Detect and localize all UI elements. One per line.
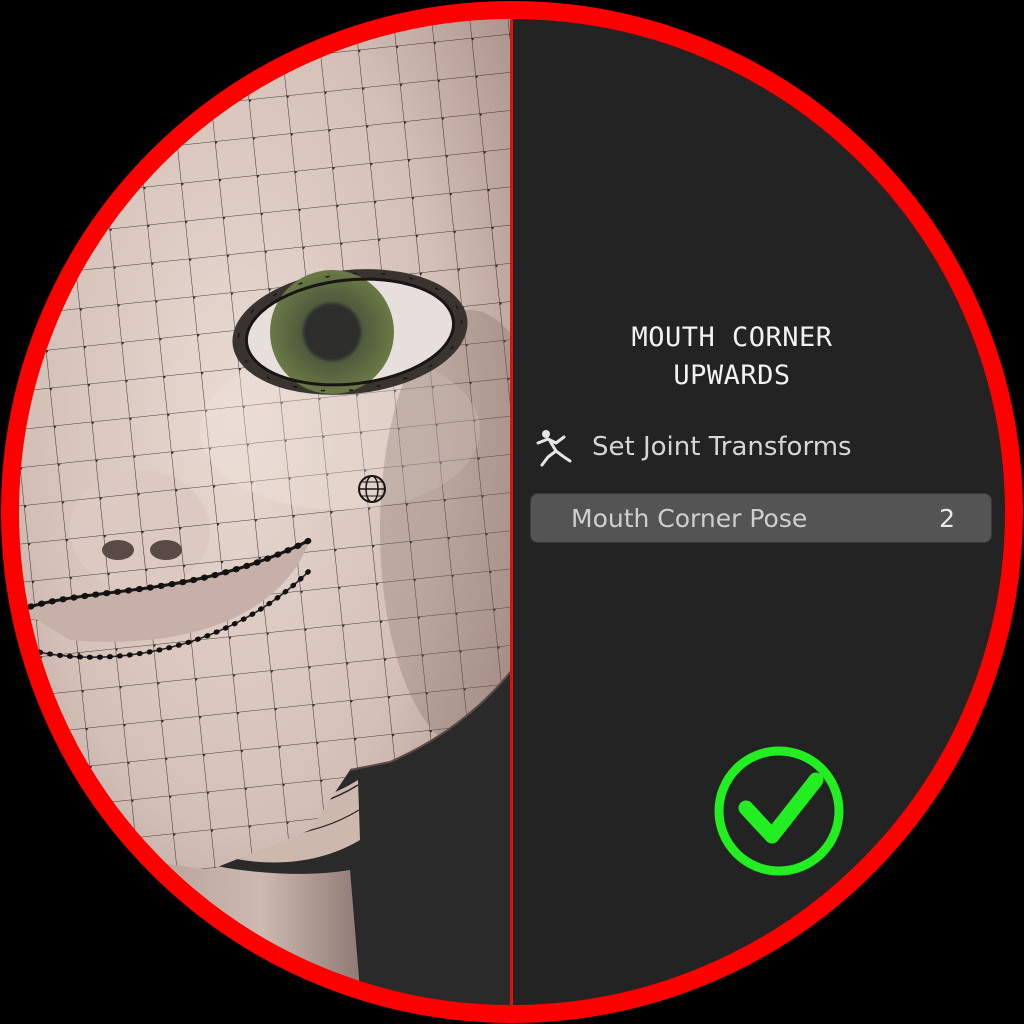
operator-label: Set Joint Transforms [592,432,852,462]
running-figure-icon [536,430,572,467]
mouth-corner-pose-field[interactable]: Mouth Corner Pose 2 [530,493,992,543]
step-title: MOUTH CORNER UPWARDS [552,319,912,395]
tutorial-frame: MOUTH CORNER UPWARDS Set Joint Transform… [0,0,1024,1024]
face-mesh-render [10,10,512,1014]
step-title-line2: UPWARDS [673,360,791,391]
3d-viewport[interactable] [10,10,512,1014]
operator-row[interactable]: Set Joint Transforms [534,426,852,468]
checkmark-icon [714,746,844,876]
step-title-line1: MOUTH CORNER [631,322,833,353]
property-label: Mouth Corner Pose [571,503,808,533]
property-value[interactable]: 2 [939,504,955,533]
split-divider [510,10,513,1014]
circular-mask: MOUTH CORNER UPWARDS Set Joint Transform… [10,10,1014,1014]
